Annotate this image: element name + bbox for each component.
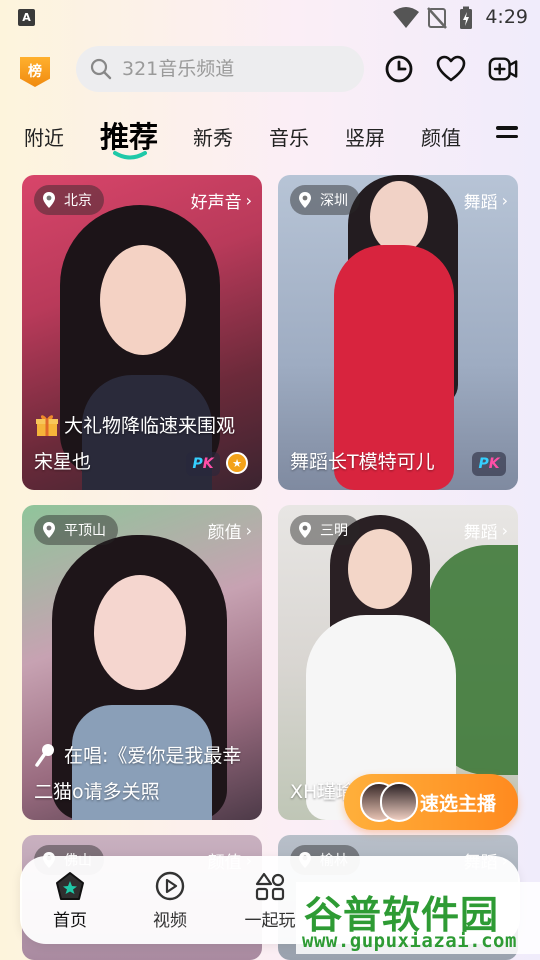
- active-tab-indicator: [113, 151, 147, 160]
- category-link[interactable]: 颜值›: [208, 518, 252, 543]
- location-pin-icon: [299, 192, 311, 208]
- signal-off-icon: [427, 7, 447, 29]
- avatar-stack: [344, 774, 418, 830]
- location-tag: 北京: [34, 185, 104, 215]
- tab-vertical[interactable]: 竖屏: [345, 122, 385, 151]
- streamer-portrait: [100, 245, 186, 355]
- chevron-right-icon: ›: [501, 191, 508, 210]
- chevron-right-icon: ›: [245, 521, 252, 540]
- nav-video[interactable]: 视频: [130, 870, 210, 931]
- history-clock-icon[interactable]: [384, 54, 414, 84]
- favorite-heart-icon[interactable]: [436, 54, 466, 84]
- location-pin-icon: [43, 192, 55, 208]
- location-pin-icon: [43, 522, 55, 538]
- now-singing-banner: 在唱:《爱你是我最幸: [34, 741, 262, 768]
- live-room-card[interactable]: 三明 舞蹈 › XH瑾瑜: [278, 505, 518, 820]
- gift-icon: [36, 414, 58, 436]
- category-tabs: 附近 推荐 新秀 音乐 竖屏 颜值: [0, 112, 540, 160]
- battery-charging-icon: [460, 6, 472, 29]
- location-tag: 平顶山: [34, 515, 118, 545]
- live-room-card[interactable]: 北京 好声音 › 大礼物降临速来围观 宋星也 PK ★: [22, 175, 262, 490]
- status-bar: A 4:29: [0, 0, 540, 36]
- category-link[interactable]: 好声音 ›: [191, 188, 252, 213]
- live-room-card[interactable]: 平顶山 颜值 › 在唱:《爱你是我最幸 二猫o请多关照: [22, 505, 262, 820]
- category-link[interactable]: 舞蹈›: [464, 518, 508, 543]
- chevron-right-icon: ›: [245, 191, 252, 210]
- ranking-badge-button[interactable]: 榜: [20, 57, 50, 87]
- tab-music[interactable]: 音乐: [269, 122, 309, 151]
- avatar: [380, 782, 418, 822]
- gift-banner: 大礼物降临速来围观: [34, 411, 235, 438]
- start-live-camera-icon[interactable]: [488, 54, 518, 84]
- streamer-portrait: [370, 181, 428, 253]
- notification-icon: A: [18, 9, 35, 26]
- search-icon: [90, 58, 112, 80]
- level-star-icon: ★: [226, 452, 248, 474]
- pk-badge: PK: [186, 452, 220, 476]
- microphone-icon: [35, 743, 54, 767]
- tab-looks[interactable]: 颜值: [421, 122, 461, 151]
- streamer-name: 舞蹈长T模特可儿: [290, 451, 435, 473]
- tab-nearby[interactable]: 附近: [24, 122, 64, 151]
- home-icon: [56, 872, 84, 900]
- status-time: 4:29: [485, 6, 528, 28]
- search-bar[interactable]: [76, 46, 364, 92]
- location-tag: 深圳: [290, 185, 360, 215]
- watermark-url: www.gupuxiazai.com: [302, 930, 517, 952]
- streamer-portrait: [94, 575, 186, 690]
- streamer-name: 二猫o请多关照: [34, 781, 160, 803]
- chevron-right-icon: ›: [501, 521, 508, 540]
- video-play-icon: [155, 871, 185, 901]
- shapes-icon: [255, 872, 285, 901]
- tab-newcomer[interactable]: 新秀: [193, 122, 233, 151]
- location-pin-icon: [299, 522, 311, 538]
- site-watermark: 谷普软件园 www.gupuxiazai.com: [296, 882, 540, 954]
- tabs-menu-icon[interactable]: [496, 126, 518, 144]
- search-input[interactable]: [122, 58, 342, 80]
- live-room-card[interactable]: 深圳 舞蹈 › 舞蹈长T模特可儿 PK: [278, 175, 518, 490]
- nav-home[interactable]: 首页: [30, 870, 110, 931]
- streamer-name: 宋星也: [34, 451, 92, 473]
- quick-pick-streamer-button[interactable]: 速选主播: [344, 774, 518, 830]
- category-link[interactable]: 舞蹈›: [464, 188, 508, 213]
- pk-badge: PK: [472, 452, 506, 476]
- streamer-portrait: [348, 529, 412, 609]
- location-tag: 三明: [290, 515, 360, 545]
- top-header: 榜: [0, 44, 540, 96]
- wifi-icon: [393, 7, 419, 28]
